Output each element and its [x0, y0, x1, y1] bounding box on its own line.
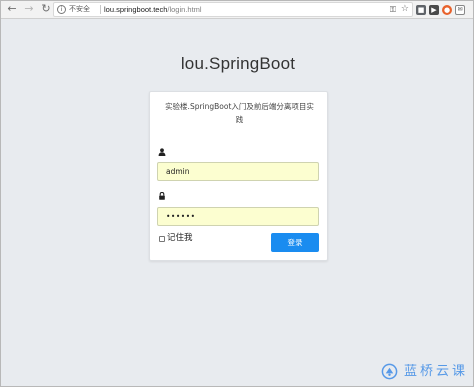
username-input[interactable] — [157, 162, 319, 181]
extension-1-icon[interactable]: ■ — [416, 5, 426, 15]
reload-icon[interactable]: ↻ — [39, 2, 53, 16]
login-button[interactable]: 登录 — [271, 233, 319, 252]
url-domain: lou.springboot.tech — [104, 5, 168, 14]
address-bar[interactable]: i 不安全 lou.springboot.tech/login.html ⚿ ☆ — [53, 2, 413, 17]
watermark-text: 蓝桥云课 — [404, 364, 469, 379]
lanqiao-logo-icon — [381, 363, 398, 380]
password-input[interactable] — [157, 207, 319, 226]
key-icon[interactable]: ⚿ — [390, 3, 396, 16]
url-text[interactable]: lou.springboot.tech/login.html — [104, 3, 202, 16]
extension-3-icon[interactable]: ● — [442, 5, 452, 15]
forward-arrow-icon[interactable]: → — [22, 2, 36, 16]
login-card: 实验楼.SpringBoot入门及前后端分离项目实践 记住我 登录 — [149, 91, 328, 261]
address-bar-divider — [100, 5, 101, 14]
info-icon[interactable]: i — [57, 5, 66, 14]
lock-icon — [159, 192, 165, 200]
user-icon — [158, 148, 166, 156]
url-path: /login.html — [167, 5, 202, 14]
login-subtitle: 实验楼.SpringBoot入门及前后端分离项目实践 — [165, 102, 314, 124]
remember-me-checkbox[interactable] — [159, 236, 165, 242]
page-title: lou.SpringBoot — [180, 54, 296, 73]
back-arrow-icon[interactable]: ← — [5, 2, 19, 16]
star-icon[interactable]: ☆ — [401, 3, 409, 16]
security-label[interactable]: 不安全 — [69, 3, 90, 16]
browser-toolbar: ← → ↻ i 不安全 lou.springboot.tech/login.ht… — [1, 1, 473, 19]
extension-4-icon[interactable]: ✉ — [455, 5, 465, 15]
remember-me-label[interactable]: 记住我 — [167, 233, 193, 244]
extension-2-icon[interactable]: ▶ — [429, 5, 439, 15]
browser-window: ← → ↻ i 不安全 lou.springboot.tech/login.ht… — [0, 0, 474, 387]
